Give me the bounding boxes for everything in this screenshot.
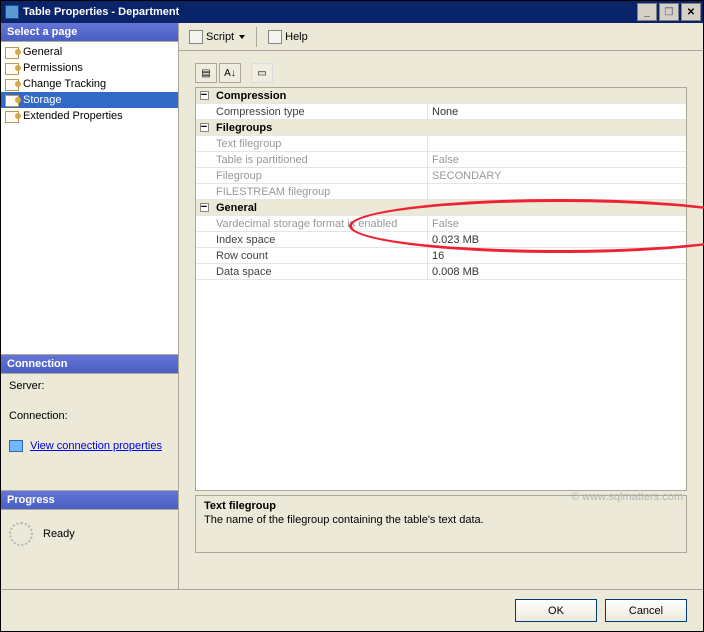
category-compression[interactable]: − Compression — [196, 88, 686, 104]
help-icon — [268, 30, 282, 44]
script-button[interactable]: Script — [185, 28, 249, 46]
toolbar-separator — [256, 27, 257, 47]
prop-compression-type[interactable]: Compression type None — [196, 104, 686, 120]
help-button[interactable]: Help — [264, 28, 312, 46]
right-pane: Script Help ▤ A↓ ▭ − Compression — [179, 23, 703, 589]
prop-row-count[interactable]: Row count 16 — [196, 248, 686, 264]
property-grid: − Compression Compression type None − Fi… — [195, 87, 687, 491]
page-icon — [5, 93, 21, 107]
progress-spinner-icon — [9, 522, 33, 546]
description-panel: Text filegroup The name of the filegroup… — [195, 495, 687, 553]
nav-label: General — [23, 46, 62, 58]
help-label: Help — [285, 31, 308, 43]
prop-vardecimal-enabled[interactable]: Vardecimal storage format is enabled Fal… — [196, 216, 686, 232]
progress-header: Progress — [1, 491, 178, 510]
prop-data-space[interactable]: Data space 0.008 MB — [196, 264, 686, 280]
description-text: The name of the filegroup containing the… — [204, 514, 678, 526]
toolbar: Script Help — [179, 23, 703, 51]
page-nav-list: General Permissions Change Tracking Stor… — [1, 42, 178, 354]
categorized-view-button[interactable]: ▤ — [195, 63, 217, 83]
server-label: Server: — [9, 380, 170, 392]
watermark: © www.sqlmatters.com — [571, 491, 683, 503]
dialog-button-bar: OK Cancel — [1, 589, 703, 631]
restore-button[interactable]: ❐ — [659, 3, 679, 21]
prop-filestream-filegroup[interactable]: FILESTREAM filegroup — [196, 184, 686, 200]
connection-label: Connection: — [9, 410, 170, 422]
select-page-header: Select a page — [1, 23, 178, 42]
nav-item-permissions[interactable]: Permissions — [1, 60, 178, 76]
minimize-button[interactable]: _ — [637, 3, 657, 21]
nav-item-extended-properties[interactable]: Extended Properties — [1, 108, 178, 124]
page-icon — [5, 77, 21, 91]
view-connection-properties-link[interactable]: View connection properties — [30, 440, 162, 452]
script-icon — [189, 30, 203, 44]
window-title: Table Properties - Department — [23, 6, 635, 18]
nav-label: Storage — [23, 94, 62, 106]
category-general[interactable]: − General — [196, 200, 686, 216]
prop-index-space[interactable]: Index space 0.023 MB — [196, 232, 686, 248]
left-pane: Select a page General Permissions Change… — [1, 23, 179, 589]
property-pages-button[interactable]: ▭ — [251, 63, 273, 83]
prop-text-filegroup[interactable]: Text filegroup — [196, 136, 686, 152]
ok-button[interactable]: OK — [515, 599, 597, 622]
expand-toggle-icon[interactable]: − — [196, 88, 212, 103]
title-bar: Table Properties - Department _ ❐ ✕ — [1, 1, 703, 23]
connection-props-icon — [9, 440, 23, 452]
page-icon — [5, 45, 21, 59]
nav-item-general[interactable]: General — [1, 44, 178, 60]
chevron-down-icon — [239, 35, 245, 39]
connection-header: Connection — [1, 355, 178, 374]
nav-label: Extended Properties — [23, 110, 123, 122]
nav-item-change-tracking[interactable]: Change Tracking — [1, 76, 178, 92]
page-icon — [5, 61, 21, 75]
close-button[interactable]: ✕ — [681, 3, 701, 21]
progress-status: Ready — [43, 528, 75, 540]
nav-item-storage[interactable]: Storage — [1, 92, 178, 108]
expand-toggle-icon[interactable]: − — [196, 200, 212, 215]
category-filegroups[interactable]: − Filegroups — [196, 120, 686, 136]
nav-label: Permissions — [23, 62, 83, 74]
app-icon — [5, 5, 19, 19]
script-label: Script — [206, 31, 234, 43]
prop-filegroup[interactable]: Filegroup SECONDARY — [196, 168, 686, 184]
alphabetical-view-button[interactable]: A↓ — [219, 63, 241, 83]
nav-label: Change Tracking — [23, 78, 106, 90]
page-icon — [5, 109, 21, 123]
property-grid-toolbar: ▤ A↓ ▭ — [195, 63, 687, 83]
expand-toggle-icon[interactable]: − — [196, 120, 212, 135]
cancel-button[interactable]: Cancel — [605, 599, 687, 622]
prop-table-is-partitioned[interactable]: Table is partitioned False — [196, 152, 686, 168]
